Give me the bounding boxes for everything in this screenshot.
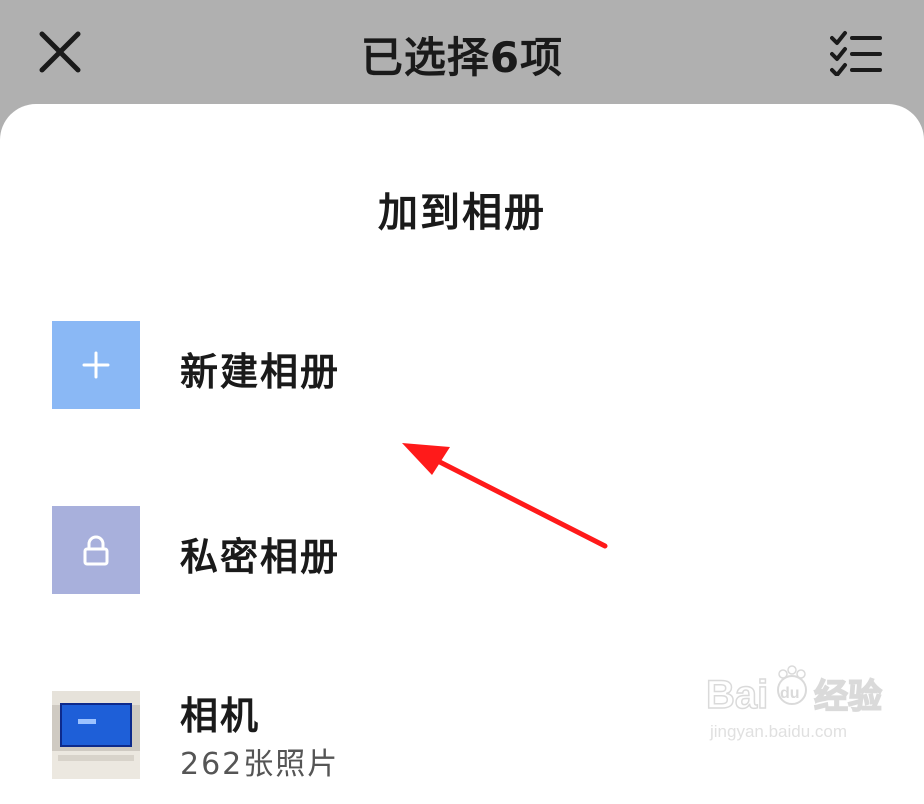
svg-text:经验: 经验 (814, 677, 882, 717)
baidu-watermark: Bai du 经验 jingyan.baidu.com (704, 660, 894, 750)
svg-text:Bai: Bai (706, 673, 768, 717)
top-bar: 已选择6项 (0, 0, 924, 104)
camera-thumbnail-image (52, 691, 140, 779)
new-album-item[interactable]: 新建相册 (0, 321, 924, 431)
camera-album-label: 相机 (180, 694, 261, 738)
album-thumbnail (52, 691, 140, 779)
camera-album-count: 262张照片 (180, 747, 340, 782)
checklist-icon[interactable] (830, 28, 882, 76)
new-album-label: 新建相册 (180, 350, 341, 394)
svg-text:du: du (780, 685, 800, 702)
private-album-label: 私密相册 (180, 535, 341, 579)
baidu-logo: Bai du 经验 (705, 665, 883, 718)
private-album-item[interactable]: 私密相册 (0, 506, 924, 616)
selection-count-title: 已选择6项 (360, 33, 564, 82)
watermark-url: jingyan.baidu.com (710, 722, 848, 741)
sheet-title: 加到相册 (378, 190, 546, 236)
lock-icon (83, 535, 109, 566)
new-album-tile (52, 321, 140, 409)
private-album-tile (52, 506, 140, 594)
plus-icon (82, 351, 110, 379)
